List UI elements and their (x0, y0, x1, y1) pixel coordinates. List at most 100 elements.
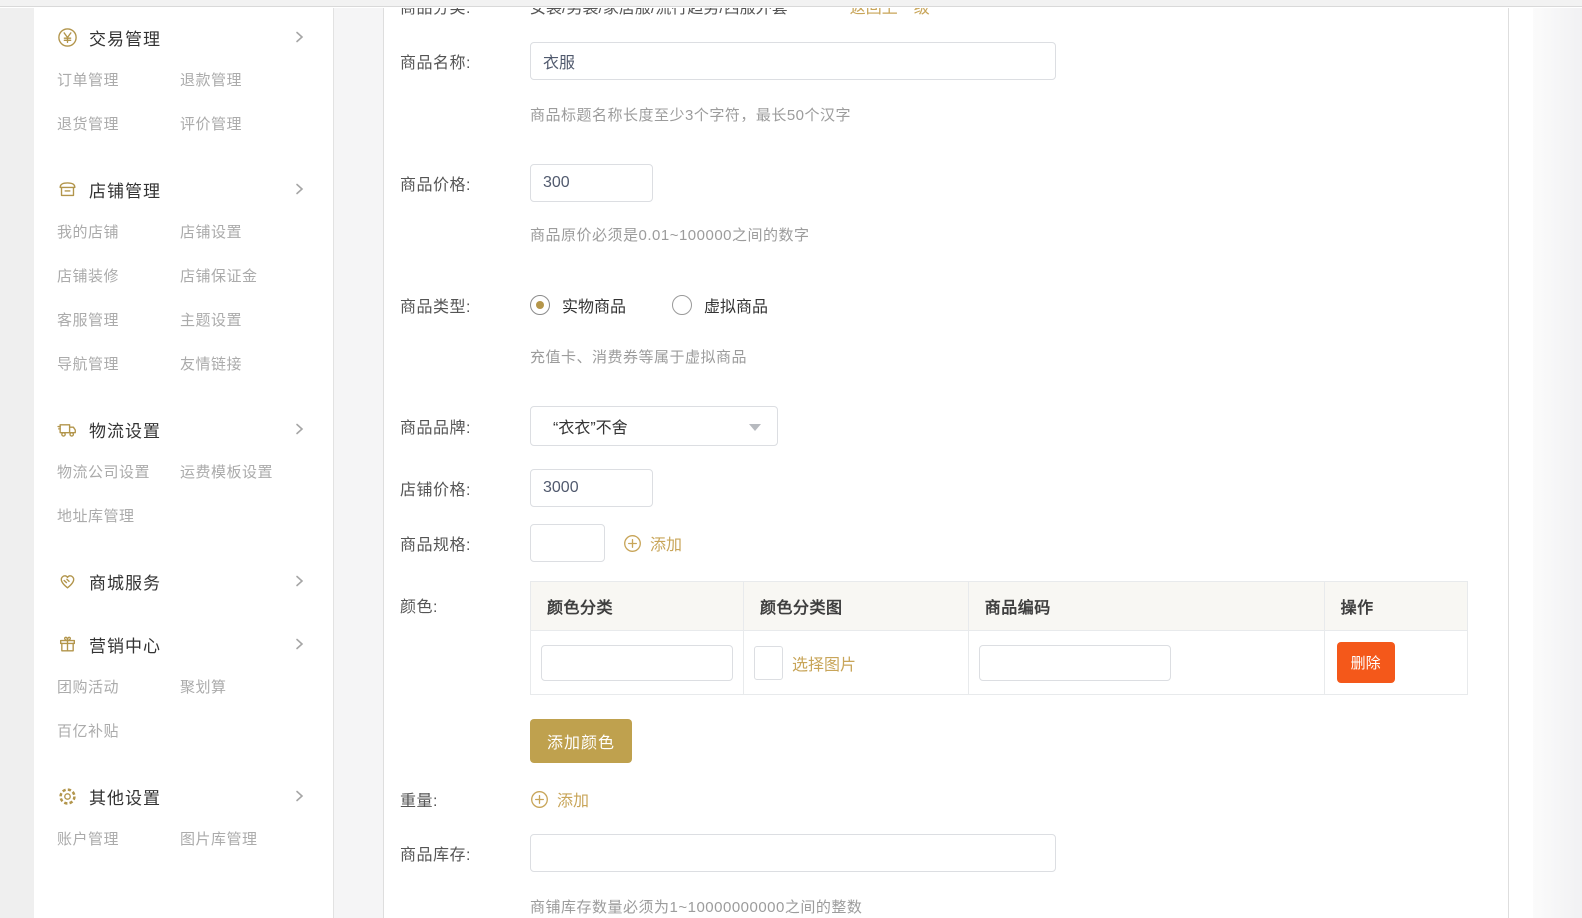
chevron-right-icon (293, 789, 305, 803)
form-row-shop-price: 店铺价格: (400, 469, 1508, 507)
price-label: 商品价格: (400, 171, 530, 195)
sidebar-section-label: 其他设置 (89, 784, 161, 809)
sidebar-section-mall-service: 商城服务 (34, 567, 333, 595)
chevron-right-icon (293, 182, 305, 196)
sidebar-item-shop-decoration[interactable]: 店铺装修 (57, 268, 180, 285)
color-label: 颜色: (400, 593, 530, 617)
table-header-row: 颜色分类 颜色分类图 商品编码 操作 (531, 582, 1468, 631)
page-right-margin (1533, 8, 1582, 918)
sidebar-section-trade-header[interactable]: 交易管理 (34, 23, 333, 51)
sidebar-item-logistics-company[interactable]: 物流公司设置 (57, 464, 180, 481)
sidebar-section-label: 交易管理 (89, 25, 161, 50)
sidebar-item-shop-settings[interactable]: 店铺设置 (180, 224, 333, 241)
brand-select-value: “衣衣”不舍 (553, 414, 628, 438)
shop-icon (57, 179, 78, 200)
virtual-product-radio-label[interactable]: 虚拟商品 (704, 293, 768, 317)
add-weight-link[interactable]: 添加 (530, 787, 589, 811)
sidebar-item-freight-template[interactable]: 运费模板设置 (180, 464, 333, 481)
gear-icon (57, 786, 78, 807)
shop-price-label: 店铺价格: (400, 476, 530, 500)
sidebar-item-account-mgmt[interactable]: 账户管理 (57, 831, 180, 848)
product-price-input[interactable] (530, 164, 653, 202)
form-row-category: 商品分类: 女装/男装/家居服/流行趋势/西服外套 返回上一级 (400, 8, 1508, 16)
product-code-input[interactable] (979, 645, 1171, 681)
price-hint: 商品原价必须是0.01~100000之间的数字 (530, 226, 1508, 246)
name-label: 商品名称: (400, 49, 530, 73)
form-row-stock: 商品库存: (400, 834, 1508, 872)
sidebar-section-logistics: 物流设置 物流公司设置 运费模板设置 地址库管理 (34, 415, 333, 525)
color-image-thumbnail-box[interactable] (754, 646, 783, 680)
sidebar-section-marketing-header[interactable]: 营销中心 (34, 630, 333, 658)
sidebar-item-group-buy[interactable]: 团购活动 (57, 679, 180, 696)
page-left-margin (0, 8, 34, 918)
add-spec-link[interactable]: 添加 (623, 531, 682, 555)
sidebar-item-return-mgmt[interactable]: 退货管理 (57, 116, 180, 133)
sidebar-item-order-mgmt[interactable]: 订单管理 (57, 72, 180, 89)
name-hint: 商品标题名称长度至少3个字符，最长50个汉字 (530, 106, 1508, 126)
type-hint: 充值卡、消费券等属于虚拟商品 (530, 348, 1508, 368)
sidebar-item-nav-mgmt[interactable]: 导航管理 (57, 356, 180, 373)
form-row-weight: 重量: 添加 (400, 786, 1508, 812)
sidebar-section-label: 物流设置 (89, 417, 161, 442)
column-header-color-category: 颜色分类 (531, 582, 744, 631)
handshake-icon (57, 571, 78, 592)
brand-select[interactable]: “衣衣”不舍 (530, 406, 778, 446)
sidebar-item-image-library[interactable]: 图片库管理 (180, 831, 333, 848)
delete-row-button[interactable]: 删除 (1337, 642, 1395, 683)
stock-label: 商品库存: (400, 841, 530, 865)
spec-input[interactable] (530, 524, 605, 562)
top-divider-bar (0, 0, 1582, 7)
sidebar-section-label: 店铺管理 (89, 177, 161, 202)
form-row-add-color: 添加颜色 (400, 719, 1508, 763)
sidebar-section-trade: 交易管理 订单管理 退款管理 退货管理 评价管理 (34, 23, 333, 133)
chevron-right-icon (293, 574, 305, 588)
spec-label: 商品规格: (400, 531, 530, 555)
sidebar-section-other-header[interactable]: 其他设置 (34, 782, 333, 810)
choose-image-link[interactable]: 选择图片 (792, 651, 856, 675)
circle-plus-icon (623, 534, 642, 553)
sidebar-item-my-shop[interactable]: 我的店铺 (57, 224, 180, 241)
sidebar-item-address-library[interactable]: 地址库管理 (57, 508, 180, 525)
chevron-right-icon (293, 422, 305, 436)
shop-price-input[interactable] (530, 469, 653, 507)
stock-hint: 商铺库存数量必须为1~10000000000之间的整数 (530, 898, 1508, 918)
color-category-input[interactable] (541, 645, 733, 681)
virtual-product-radio[interactable] (672, 295, 692, 315)
product-edit-form: 商品分类: 女装/男装/家居服/流行趋势/西服外套 返回上一级 商品名称: 商品… (383, 8, 1509, 918)
sidebar-section-shop: 店铺管理 我的店铺 店铺设置 店铺装修 店铺保证金 客服管理 主题设置 导航管理… (34, 175, 333, 373)
back-to-parent-link[interactable]: 返回上一级 (850, 8, 930, 18)
sidebar-section-marketing: 营销中心 团购活动 聚划算 百亿补贴 (34, 630, 333, 740)
circle-plus-icon (530, 790, 549, 809)
column-header-color-image: 颜色分类图 (744, 582, 969, 631)
sidebar-item-juhuasuan[interactable]: 聚划算 (180, 679, 333, 696)
product-name-input[interactable] (530, 42, 1056, 80)
add-color-button[interactable]: 添加颜色 (530, 719, 632, 763)
sidebar-item-billion-subsidy[interactable]: 百亿补贴 (57, 723, 180, 740)
sidebar-item-theme-settings[interactable]: 主题设置 (180, 312, 333, 329)
caret-down-icon (749, 424, 761, 431)
sidebar-section-shop-header[interactable]: 店铺管理 (34, 175, 333, 203)
physical-product-radio[interactable] (530, 295, 550, 315)
category-label: 商品分类: (400, 8, 530, 18)
sidebar-item-customer-service[interactable]: 客服管理 (57, 312, 180, 329)
sidebar-item-refund-mgmt[interactable]: 退款管理 (180, 72, 333, 89)
sidebar-section-logistics-header[interactable]: 物流设置 (34, 415, 333, 443)
column-header-product-code: 商品编码 (968, 582, 1324, 631)
yen-circle-icon (57, 27, 78, 48)
weight-label: 重量: (400, 787, 530, 811)
sidebar-section-mall-service-header[interactable]: 商城服务 (34, 567, 333, 595)
product-stock-input[interactable] (530, 834, 1056, 872)
panel-gutter (334, 8, 383, 918)
form-row-name: 商品名称: (400, 42, 1508, 80)
category-value: 女装/男装/家居服/流行趋势/西服外套 (530, 8, 788, 18)
sidebar-item-review-mgmt[interactable]: 评价管理 (180, 116, 333, 133)
sidebar-item-friend-links[interactable]: 友情链接 (180, 356, 333, 373)
form-row-price: 商品价格: (400, 164, 1508, 202)
sidebar-section-label: 营销中心 (89, 632, 161, 657)
gift-icon (57, 634, 78, 655)
physical-product-radio-label[interactable]: 实物商品 (562, 293, 626, 317)
sidebar: 交易管理 订单管理 退款管理 退货管理 评价管理 店铺管理 我的店铺 店铺设置 … (34, 8, 334, 918)
form-row-type: 商品类型: 实物商品 虚拟商品 (400, 293, 1508, 317)
sidebar-item-shop-deposit[interactable]: 店铺保证金 (180, 268, 333, 285)
table-row: 选择图片 删除 (531, 631, 1468, 695)
